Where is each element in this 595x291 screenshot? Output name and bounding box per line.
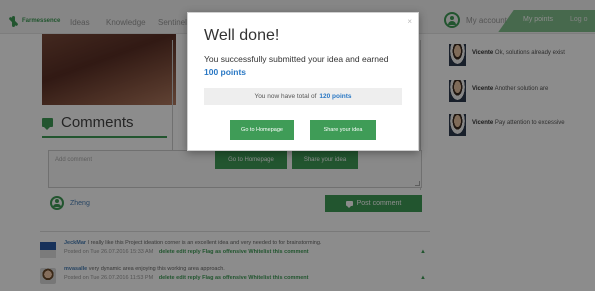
success-dialog: × Well done! You successfully submitted … bbox=[187, 12, 419, 151]
share-your-idea-button[interactable]: Share your idea bbox=[310, 120, 376, 140]
close-icon[interactable]: × bbox=[407, 17, 412, 26]
go-to-homepage-button[interactable]: Go to Homepage bbox=[230, 120, 294, 140]
points-total-box: You now have total of 120 points bbox=[204, 88, 402, 105]
dialog-message: You successfully submitted your idea and… bbox=[204, 53, 404, 79]
dialog-title: Well done! bbox=[204, 27, 280, 44]
points-total-label: You now have total of bbox=[254, 93, 317, 100]
points-total-value: 120 points bbox=[319, 93, 352, 100]
dialog-message-text: You successfully submitted your idea and… bbox=[204, 54, 389, 64]
points-earned: 100 points bbox=[204, 67, 247, 77]
